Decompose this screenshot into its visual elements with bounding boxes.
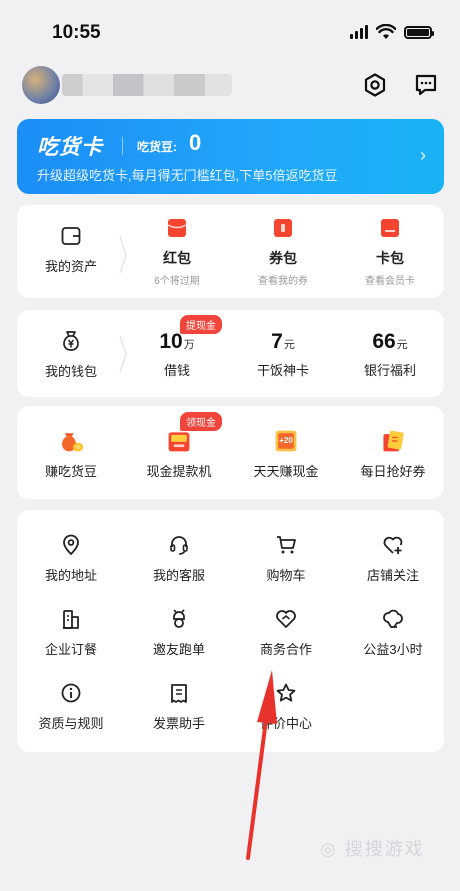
wallet-card-icon (58, 223, 84, 249)
cash-coupon-amount: +20 (279, 436, 293, 445)
chevron-right-icon: › (420, 145, 426, 165)
card-pack-icon (377, 215, 403, 241)
battery-icon (404, 25, 434, 39)
card-pack-sub: 查看会员卡 (365, 276, 415, 287)
message-icon[interactable] (411, 70, 441, 100)
star-icon (273, 680, 299, 706)
invoice-icon (166, 680, 192, 706)
cash-machine-label: 现金提款机 (146, 464, 212, 479)
atm-icon (166, 428, 192, 454)
settings-icon[interactable] (360, 70, 390, 100)
my-address-label: 我的地址 (44, 568, 97, 583)
money-bag-icon (58, 328, 84, 354)
heart-plus-icon (380, 532, 406, 558)
user-header (22, 66, 442, 106)
avatar[interactable] (22, 66, 60, 104)
coupon-pack-label: 券包 (269, 250, 297, 266)
rider-icon (166, 606, 192, 632)
daily-coupon-label: 每日抢好券 (360, 464, 426, 479)
card-pack-entry[interactable]: 卡包 查看会员卡 (355, 215, 425, 287)
coupon-pack-sub: 查看我的券 (258, 276, 308, 287)
coupon-icon (270, 215, 296, 241)
assets-card: 我的资产 红包 6个将过期 券包 查看我的券 卡包 查看会员卡 (17, 205, 444, 298)
watermark-logo: ◎ 搜搜游戏 (320, 839, 425, 859)
daily-coupon-entry[interactable]: 每日抢好券 (351, 428, 435, 480)
review-center-entry[interactable]: 评价中心 (244, 680, 328, 732)
earn-beans-label: 赚吃货豆 (44, 464, 97, 479)
cash-machine-entry[interactable]: 现金提款机 (137, 428, 221, 480)
charity-icon (380, 606, 406, 632)
status-time: 10:55 (52, 22, 101, 43)
signal-icon (350, 25, 368, 39)
vip-title: 吃货卡 (37, 136, 103, 159)
coupon-pack-entry[interactable]: 券包 查看我的券 (248, 215, 318, 287)
vip-beans-label: 吃货豆: (137, 140, 177, 154)
username-blurred[interactable] (62, 74, 232, 96)
invoice-helper-entry[interactable]: 发票助手 (137, 680, 221, 732)
corporate-order-entry[interactable]: 企业订餐 (29, 606, 113, 658)
red-packet-sub: 6个将过期 (154, 276, 200, 287)
my-wallet-label: 我的钱包 (44, 364, 97, 379)
vip-beans-value: 0 (189, 130, 202, 155)
charity-entry[interactable]: 公益3小时 (351, 606, 435, 658)
vip-card-banner[interactable]: 吃货卡 吃货豆: 0 升级超级吃货卡,每月得无门槛红包,下单5倍返吃货豆 › (17, 119, 444, 194)
earn-beans-entry[interactable]: 赚吃货豆 (29, 428, 113, 480)
services-card: 我的地址 我的客服 购物车 店铺关注 企业订餐 邀友跑单 商务合作 公益3小时 … (17, 510, 444, 752)
my-assets-entry[interactable]: 我的资产 (31, 223, 111, 275)
daily-cash-label: 天天赚现金 (253, 464, 319, 479)
system-icons (350, 24, 434, 40)
divider-chevron-icon (119, 236, 127, 274)
meal-card-label: 干饭神卡 (256, 363, 309, 378)
daily-cash-entry[interactable]: +20 天天赚现金 (244, 428, 328, 480)
cash-coupon-icon: +20 (273, 428, 299, 454)
invoice-helper-label: 发票助手 (152, 716, 205, 731)
meal-card-entry[interactable]: 7元 干饭神卡 (248, 330, 318, 379)
charity-label: 公益3小时 (363, 642, 423, 657)
invite-rider-entry[interactable]: 邀友跑单 (137, 606, 221, 658)
store-follow-entry[interactable]: 店铺关注 (351, 532, 435, 584)
info-icon (58, 680, 84, 706)
divider-chevron-icon (119, 335, 127, 373)
cart-icon (273, 532, 299, 558)
meal-card-amount: 7元 (271, 330, 295, 353)
vip-divider (122, 137, 123, 155)
red-packet-icon (164, 215, 190, 241)
red-packet-entry[interactable]: 红包 6个将过期 (142, 215, 212, 287)
wifi-icon (376, 24, 396, 39)
my-assets-label: 我的资产 (44, 259, 97, 274)
red-packet-label: 红包 (163, 250, 191, 266)
borrow-entry[interactable]: 10万 借钱 (142, 330, 212, 379)
borrow-label: 借钱 (163, 363, 190, 378)
status-bar: 10:55 (0, 0, 460, 66)
business-coop-label: 商务合作 (259, 642, 312, 657)
my-address-entry[interactable]: 我的地址 (29, 532, 113, 584)
qualification-rules-entry[interactable]: 资质与规则 (29, 680, 113, 732)
bank-benefits-amount: 66元 (372, 330, 408, 353)
ticket-icon (380, 428, 406, 454)
wallet-card: 我的钱包 提现金 10万 借钱 7元 干饭神卡 66元 银行福利 (17, 310, 444, 397)
location-pin-icon (58, 532, 84, 558)
qualification-rules-label: 资质与规则 (38, 716, 104, 731)
earn-card: 领现金 赚吃货豆 现金提款机 +20 天天赚现金 每日抢好券 (17, 406, 444, 499)
corporate-order-label: 企业订餐 (44, 642, 97, 657)
headset-icon (166, 532, 192, 558)
business-coop-entry[interactable]: 商务合作 (244, 606, 328, 658)
my-wallet-entry[interactable]: 我的钱包 (31, 328, 111, 380)
customer-service-entry[interactable]: 我的客服 (137, 532, 221, 584)
vip-subtitle: 升级超级吃货卡,每月得无门槛红包,下单5倍返吃货豆 (37, 168, 338, 183)
invite-rider-label: 邀友跑单 (152, 642, 205, 657)
borrow-amount: 10万 (159, 330, 195, 353)
bank-benefits-entry[interactable]: 66元 银行福利 (355, 330, 425, 379)
card-pack-label: 卡包 (376, 250, 404, 266)
bean-bag-icon (58, 428, 84, 454)
cart-entry[interactable]: 购物车 (244, 532, 328, 584)
handshake-heart-icon (273, 606, 299, 632)
bank-benefits-label: 银行福利 (363, 363, 416, 378)
cart-label: 购物车 (266, 568, 306, 583)
store-follow-label: 店铺关注 (366, 568, 419, 583)
building-icon (58, 606, 84, 632)
review-center-label: 评价中心 (259, 716, 312, 731)
customer-service-label: 我的客服 (152, 568, 205, 583)
